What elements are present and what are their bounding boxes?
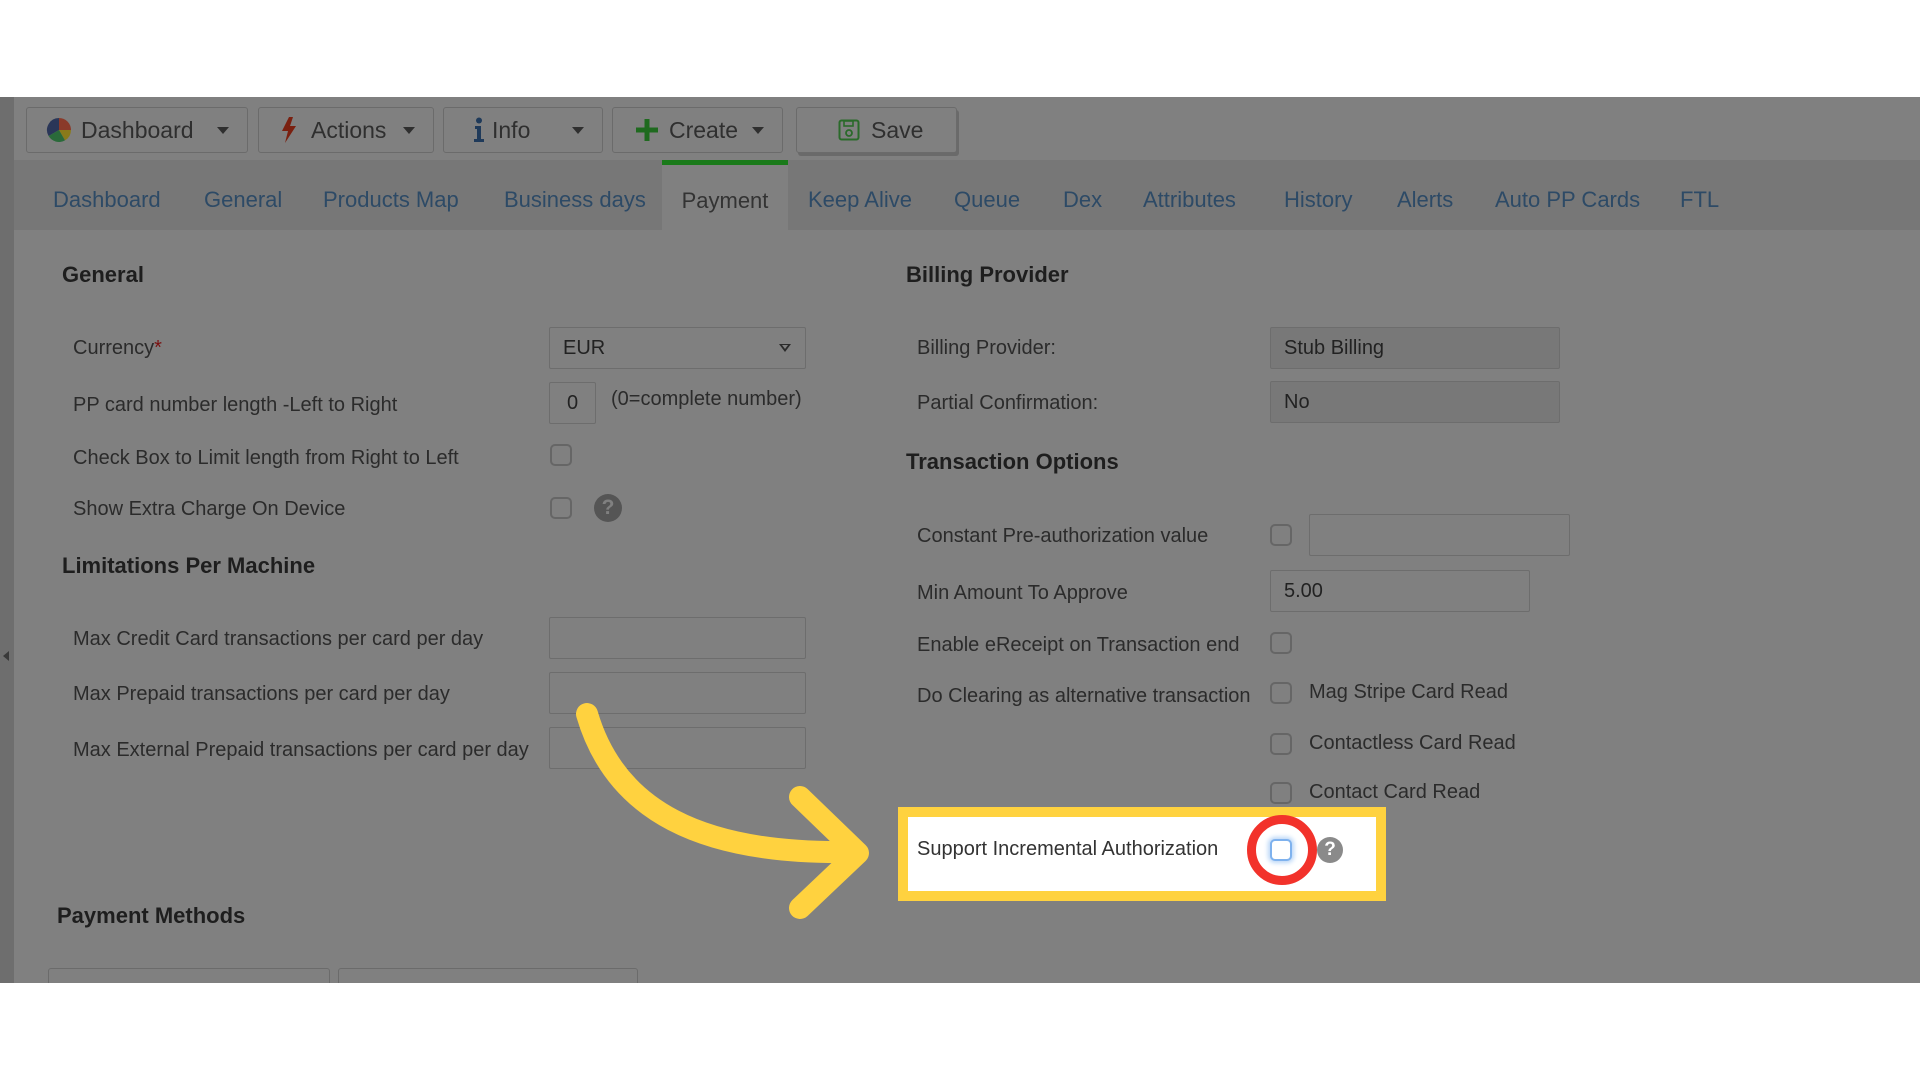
curved-arrow-annotation	[576, 703, 869, 919]
arrow-shaft	[576, 703, 863, 864]
